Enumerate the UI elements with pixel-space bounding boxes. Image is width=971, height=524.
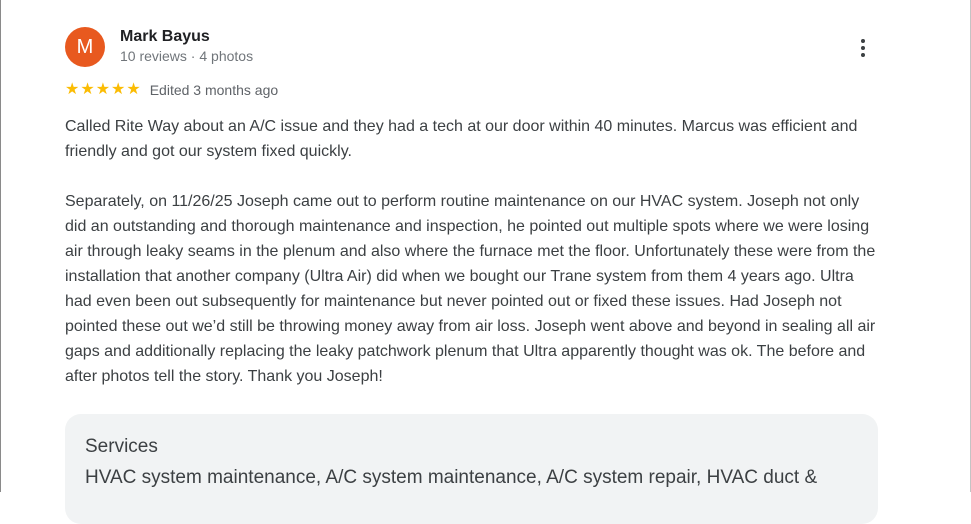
star-icon: ★ [80, 81, 95, 98]
author-meta: 10 reviews · 4 photos [120, 48, 254, 64]
more-vert-icon [861, 39, 865, 43]
review-text: Called Rite Way about an A/C issue and t… [65, 118, 876, 385]
services-title: Services [85, 436, 158, 457]
author-info[interactable]: Mark Bayus 10 reviews · 4 photos [120, 27, 253, 66]
star-icon: ★ [95, 81, 111, 98]
star-icon: ★ [126, 81, 141, 98]
star-icon: ★ [111, 81, 126, 98]
window-left-edge [0, 0, 1, 492]
star-icon: ★ [65, 81, 80, 98]
edited-timestamp: Edited 3 months ago [149, 82, 279, 98]
rating-row: ★ ★ ★ ★ ★ Edited 3 months ago [65, 80, 278, 100]
star-rating: ★ ★ ★ ★ ★ [65, 82, 141, 98]
more-vert-icon-dot [861, 46, 865, 50]
services-panel: Services HVAC system maintenance, A/C sy… [65, 414, 878, 524]
services-list: HVAC system maintenance, A/C system main… [85, 467, 818, 488]
avatar[interactable]: M [65, 27, 105, 67]
more-options-button[interactable] [849, 34, 877, 62]
more-vert-icon-dot [861, 53, 865, 57]
author-name[interactable]: Mark Bayus [120, 27, 253, 47]
